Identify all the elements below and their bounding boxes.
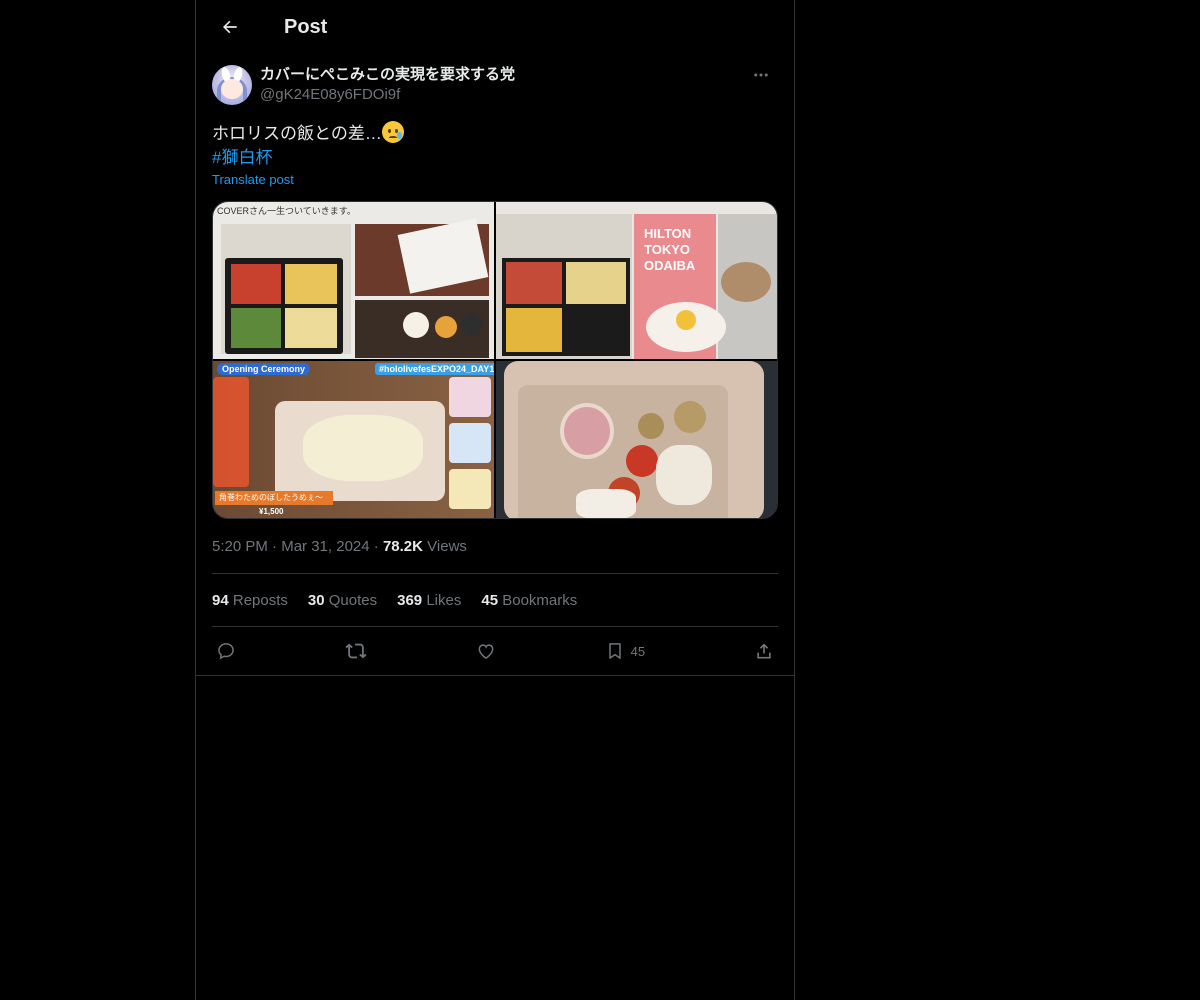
reposts-stat[interactable]: 94 Reposts	[212, 592, 288, 609]
likes-label: Likes	[426, 591, 462, 609]
likes-stat[interactable]: 369 Likes	[397, 592, 461, 609]
views-label: Views	[427, 538, 467, 555]
likes-count: 369	[397, 591, 423, 609]
media-image-4[interactable]	[496, 361, 777, 518]
more-button[interactable]	[744, 65, 778, 85]
image3-price: ¥1,500	[259, 507, 284, 516]
image2-caption: HILTON TOKYO ODAIBA	[644, 226, 696, 273]
author-row: カバーにぺこみこの実現を要求する党 @gK24E08y6FDOi9f	[212, 65, 778, 105]
media-image-1[interactable]: COVERさん一生ついていきます。	[213, 202, 494, 359]
page-title: Post	[284, 15, 328, 38]
engagement-stats: 94 Reposts 30 Quotes 369 Likes 45 Bookma…	[212, 574, 778, 626]
reposts-count: 94	[212, 591, 229, 609]
image3-tag: #hololivefesEXPO24_DAY1	[375, 363, 494, 375]
views-count: 78.2K	[382, 538, 423, 555]
media-image-2[interactable]: HILTON TOKYO ODAIBA	[496, 202, 777, 359]
repost-icon	[345, 643, 367, 659]
share-button[interactable]	[754, 641, 774, 661]
bookmark-button[interactable]: 45	[605, 641, 645, 661]
media-grid: COVERさん一生ついていきます。 HILTON TOKYO ODAIBA Op…	[212, 201, 778, 519]
post-body: ホロリスの飯との差…	[212, 124, 382, 143]
post-meta: 5:20 PM · Mar 31, 2024 · 78.2K Views	[212, 537, 778, 557]
crying-face-icon	[381, 121, 404, 143]
share-icon	[757, 643, 771, 659]
hashtag-link[interactable]: #獅白杯	[212, 146, 778, 170]
post: カバーにぺこみこの実現を要求する党 @gK24E08y6FDOi9f ホロリスの…	[196, 65, 794, 676]
bookmarks-count: 45	[481, 591, 499, 609]
quotes-count: 30	[307, 591, 325, 609]
bookmarks-stat[interactable]: 45 Bookmarks	[481, 592, 577, 609]
heart-icon	[478, 644, 494, 659]
divider	[196, 675, 794, 676]
bookmarks-label: Bookmarks	[502, 591, 578, 609]
post-column: Post カバーにぺこみこの実現を要求する党 @gK24E08y6FDOi9f	[195, 0, 795, 1000]
bookmark-icon	[608, 643, 621, 659]
avatar[interactable]	[212, 65, 252, 105]
action-bar: 45	[212, 627, 778, 675]
post-text: ホロリスの飯との差… #獅白杯	[212, 121, 778, 170]
quotes-label: Quotes	[328, 591, 378, 609]
meta-separator: ·	[373, 538, 379, 555]
reply-button[interactable]	[216, 641, 236, 661]
post-date[interactable]: Mar 31, 2024	[281, 538, 369, 555]
like-button[interactable]	[476, 641, 496, 661]
back-button[interactable]	[212, 9, 248, 45]
author-display-name[interactable]: カバーにぺこみこの実現を要求する党	[260, 65, 744, 85]
post-time[interactable]: 5:20 PM	[212, 538, 268, 555]
bookmark-count: 45	[630, 643, 646, 659]
media-image-3[interactable]: Opening Ceremony #hololivefesEXPO24_DAY1…	[213, 361, 494, 518]
quotes-stat[interactable]: 30 Quotes	[308, 592, 377, 609]
repost-button[interactable]	[345, 640, 367, 662]
more-horizontal-icon	[754, 73, 768, 77]
meta-separator: ·	[272, 538, 278, 555]
reposts-label: Reposts	[232, 591, 288, 609]
arrow-left-icon	[223, 20, 237, 34]
header: Post	[196, 0, 794, 54]
translate-post-link[interactable]: Translate post	[212, 172, 294, 187]
author-info: カバーにぺこみこの実現を要求する党 @gK24E08y6FDOi9f	[260, 65, 744, 105]
author-handle[interactable]: @gK24E08y6FDOi9f	[260, 85, 744, 105]
image3-caption: 角巻わためのぼしたうめぇ～	[215, 491, 333, 505]
reply-icon	[218, 643, 234, 660]
image1-caption: COVERさん一生ついていきます。	[217, 206, 356, 216]
image3-badge: Opening Ceremony	[217, 363, 311, 375]
